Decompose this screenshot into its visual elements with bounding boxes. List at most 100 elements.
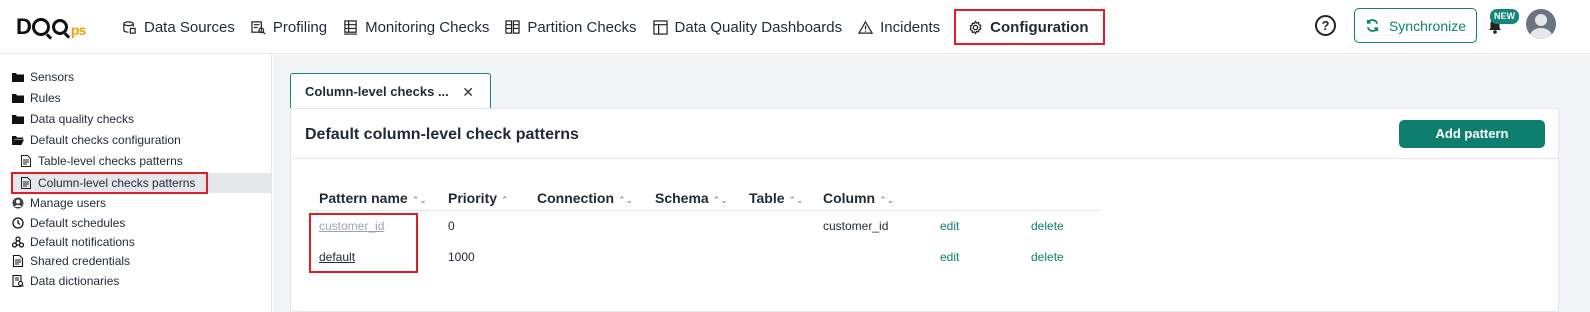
- tab-label: Column-level checks ...: [305, 84, 449, 99]
- sync-icon: [1366, 19, 1379, 32]
- folder-open-icon: [12, 136, 24, 145]
- column-value: customer_id: [823, 219, 889, 233]
- nav-label: Data Quality Dashboards: [674, 18, 843, 36]
- edit-link[interactable]: edit: [940, 250, 959, 264]
- sort-icon: ⌃⌄: [788, 195, 804, 205]
- warning-icon: [858, 20, 874, 34]
- sort-icon: ⌃: [501, 195, 509, 205]
- sidebar-item-default-schedules[interactable]: Default schedules: [12, 213, 125, 233]
- column-header-schema[interactable]: Schema ⌃⌄: [655, 190, 728, 206]
- nav-data-quality-dashboards[interactable]: Data Quality Dashboards: [652, 12, 843, 42]
- sort-icon: ⌃⌄: [879, 195, 895, 205]
- nav-label: Profiling: [272, 18, 328, 36]
- sidebar-item-label: Default schedules: [30, 216, 126, 230]
- header-label: Priority: [448, 190, 498, 206]
- nav-profiling[interactable]: Profiling: [251, 12, 327, 42]
- help-icon[interactable]: ?: [1315, 15, 1336, 36]
- sidebar: Sensors Rules Data quality checks Defaul…: [0, 55, 272, 312]
- logo-text: D: [16, 14, 32, 39]
- sidebar-item-label: Shared credentials: [30, 254, 131, 268]
- header-label: Pattern name: [319, 190, 408, 206]
- sidebar-item-label: Default notifications: [30, 235, 135, 249]
- sidebar-item-label: Data quality checks: [30, 112, 135, 126]
- nav-label: Partition Checks: [527, 18, 637, 36]
- highlight-box: [309, 213, 418, 273]
- folder-icon: [12, 115, 24, 124]
- edit-link[interactable]: edit: [940, 219, 959, 233]
- clock-icon: [12, 217, 24, 229]
- dictionary-icon: [12, 275, 24, 287]
- header-label: Connection: [537, 190, 614, 206]
- dashboard-icon: [652, 19, 668, 35]
- synchronize-label: Synchronize: [1388, 17, 1467, 34]
- sidebar-item-data-quality-checks[interactable]: Data quality checks: [12, 109, 134, 129]
- nav-data-sources[interactable]: Data Sources: [122, 12, 235, 42]
- monitoring-checks-icon: [344, 19, 358, 35]
- column-header-connection[interactable]: Connection ⌃⌄: [537, 190, 633, 206]
- header-label: Column: [823, 190, 876, 206]
- tab-column-level-checks[interactable]: Column-level checks ... ✕: [290, 73, 491, 109]
- sidebar-item-label: Sensors: [30, 70, 75, 84]
- sidebar-item-sensors[interactable]: Sensors: [12, 67, 74, 87]
- folder-icon: [12, 94, 24, 103]
- sidebar-item-shared-credentials[interactable]: Shared credentials: [12, 251, 130, 271]
- priority-value: 0: [448, 219, 455, 233]
- sidebar-item-label: Table-level checks patterns: [38, 154, 183, 168]
- document-icon: [21, 155, 31, 167]
- sidebar-item-label: Data dictionaries: [30, 274, 120, 288]
- new-badge: NEW: [1490, 9, 1519, 24]
- nav-partition-checks[interactable]: Partition Checks: [505, 12, 637, 42]
- main-nav: Data Sources Profiling Monitoring Checks…: [122, 0, 1119, 54]
- sidebar-item-table-level-checks-patterns[interactable]: Table-level checks patterns: [20, 151, 183, 171]
- user-icon: [12, 197, 24, 209]
- sort-icon: ⌃⌄: [618, 195, 634, 205]
- close-icon[interactable]: ✕: [462, 84, 474, 101]
- priority-value: 1000: [448, 250, 475, 264]
- panel-header: Default column-level check patterns Add …: [291, 109, 1558, 159]
- nav-incidents[interactable]: Incidents: [858, 12, 940, 42]
- sidebar-item-manage-users[interactable]: Manage users: [12, 193, 106, 213]
- nav-monitoring-checks[interactable]: Monitoring Checks: [343, 12, 489, 42]
- notifications-icon: [12, 236, 24, 248]
- header-label: Table: [749, 190, 785, 206]
- logo-o-icon: [51, 19, 68, 35]
- top-bar: Dps Data Sources Profiling Monitoring Ch…: [0, 0, 1590, 54]
- data-sources-icon: [123, 20, 136, 34]
- nav-label: Configuration: [990, 18, 1089, 36]
- highlight-box: [11, 172, 208, 194]
- sidebar-item-label: Manage users: [30, 196, 107, 210]
- delete-link[interactable]: delete: [1031, 250, 1064, 264]
- nav-configuration[interactable]: Configuration: [954, 9, 1105, 45]
- partition-checks-icon: [505, 19, 520, 34]
- folder-icon: [12, 73, 24, 82]
- profiling-icon: [251, 20, 266, 34]
- sidebar-item-default-notifications[interactable]: Default notifications: [12, 232, 135, 252]
- sidebar-item-label: Default checks configuration: [30, 133, 181, 147]
- delete-link[interactable]: delete: [1031, 219, 1064, 233]
- nav-label: Data Sources: [144, 18, 235, 36]
- table-header-divider: [309, 210, 1101, 211]
- sidebar-item-data-dictionaries[interactable]: Data dictionaries: [12, 271, 119, 291]
- avatar[interactable]: [1526, 9, 1556, 39]
- nav-label: Incidents: [880, 18, 941, 36]
- dqops-logo[interactable]: Dps: [16, 14, 86, 40]
- sort-icon: ⌃⌄: [712, 195, 728, 205]
- main-content: Column-level checks ... ✕ Default column…: [273, 55, 1590, 312]
- column-header-pattern-name[interactable]: Pattern name ⌃⌄: [319, 190, 427, 206]
- column-header-table[interactable]: Table ⌃⌄: [749, 190, 804, 206]
- sidebar-item-default-checks-configuration[interactable]: Default checks configuration: [12, 130, 181, 150]
- sidebar-item-label: Rules: [30, 91, 61, 105]
- gear-icon: [969, 19, 982, 35]
- synchronize-button[interactable]: Synchronize: [1354, 8, 1477, 43]
- column-header-column[interactable]: Column ⌃⌄: [823, 190, 894, 206]
- header-label: Schema: [655, 190, 709, 206]
- sort-icon: ⌃⌄: [411, 195, 427, 205]
- page-title: Default column-level check patterns: [305, 126, 579, 143]
- add-pattern-button[interactable]: Add pattern: [1399, 120, 1545, 148]
- column-header-priority[interactable]: Priority ⌃: [448, 190, 509, 206]
- nav-label: Monitoring Checks: [365, 18, 490, 36]
- logo-o-icon: [31, 18, 50, 36]
- logo-suffix: ps: [70, 22, 86, 38]
- sidebar-item-rules[interactable]: Rules: [12, 88, 61, 108]
- credentials-icon: [12, 255, 24, 267]
